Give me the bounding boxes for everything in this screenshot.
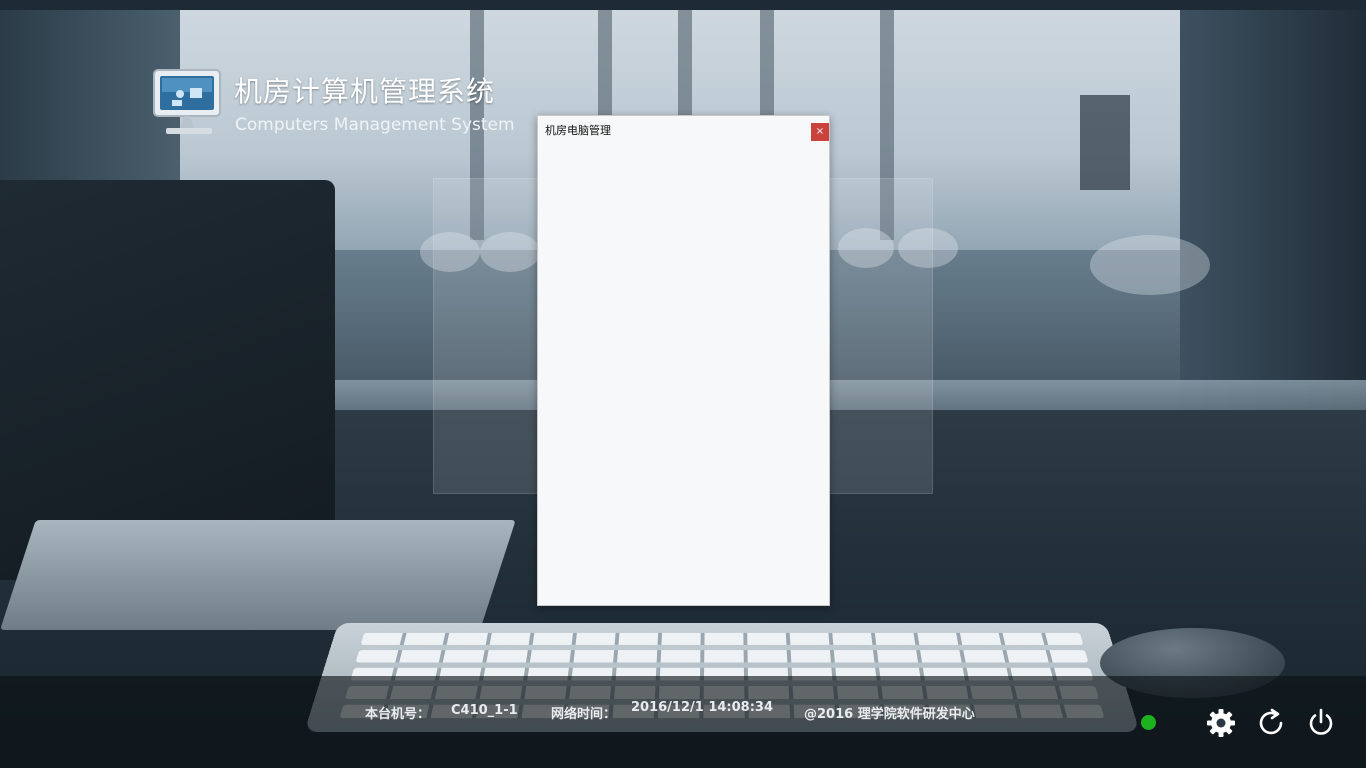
refresh-icon[interactable] bbox=[1255, 707, 1287, 739]
computer-management-dialog: 机房电脑管理 × bbox=[537, 115, 830, 606]
machine-value: C410_1-1 bbox=[451, 703, 518, 718]
bg-blob bbox=[1090, 235, 1210, 295]
close-button[interactable]: × bbox=[811, 123, 829, 141]
bg-lamp bbox=[1080, 95, 1130, 190]
status-indicator bbox=[1141, 715, 1156, 730]
bg-key-row bbox=[360, 632, 1084, 645]
network-time-value: 2016/12/1 14:08:34 bbox=[631, 700, 774, 715]
bg-key-row bbox=[355, 650, 1089, 663]
app-title: 机房计算机管理系统 bbox=[234, 75, 496, 108]
copyright-text: @2016 理学院软件研发中心 bbox=[804, 707, 975, 722]
footer-bar bbox=[0, 676, 1366, 768]
time-label: 网络时间： bbox=[551, 707, 617, 722]
bg-right-frame bbox=[1180, 10, 1366, 410]
dialog-title: 机房电脑管理 bbox=[545, 124, 611, 137]
bg-laptop-base bbox=[0, 520, 516, 630]
app-subtitle: Computers Management System bbox=[235, 115, 515, 135]
power-icon[interactable] bbox=[1305, 707, 1337, 739]
machine-label: 本台机号： bbox=[365, 707, 431, 722]
gear-icon[interactable] bbox=[1205, 707, 1237, 739]
computer-monitor-logo-icon bbox=[150, 66, 226, 140]
